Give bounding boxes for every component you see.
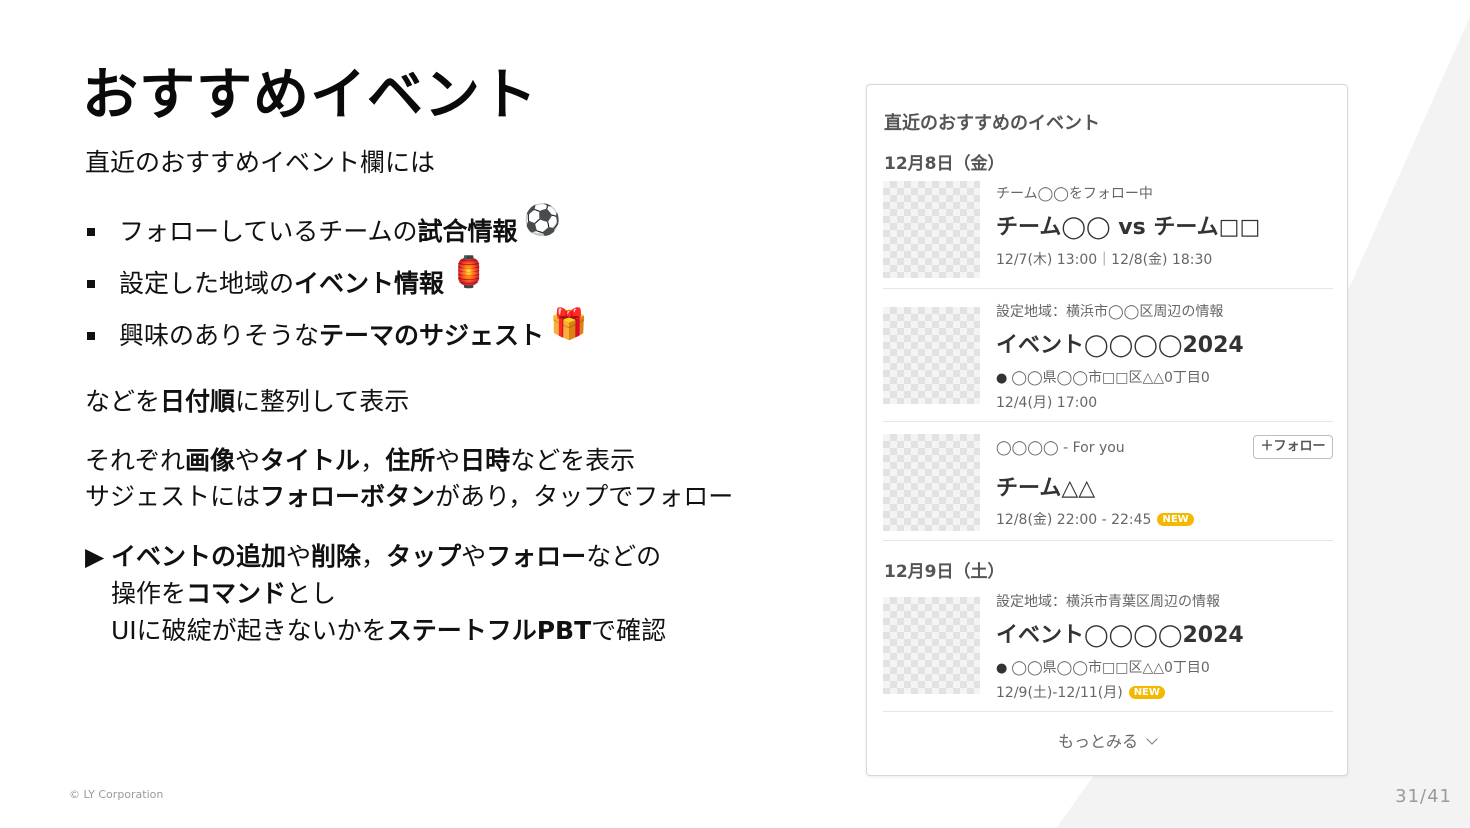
event-thumbnail <box>883 434 980 531</box>
date-heading: 12月8日（金） <box>884 154 1005 174</box>
see-more-link[interactable]: もっとみる <box>867 728 1347 752</box>
event-item[interactable]: 設定地域：横浜市◯◯区周辺の情報 イベント◯◯◯◯2024 ● ◯◯県◯◯市□□区… <box>883 289 1333 422</box>
feature-list: フォローしているチームの試合情報 ⚽ 設定した地域のイベント情報 🏮 興味のありそう… <box>85 203 588 361</box>
event-item[interactable]: 設定地域：横浜市青葉区周辺の情報 イベント◯◯◯◯2024 ● ◯◯県◯◯市□□区… <box>883 585 1333 712</box>
event-schedule: 12/4(月) 17:00 <box>996 395 1098 411</box>
slide: おすすめイベント 直近のおすすめイベント欄には フォローしているチームの試合情報… <box>0 0 1470 828</box>
event-meta: ◯◯◯◯ - For you <box>996 440 1125 456</box>
gift-icon: 🎁 <box>550 307 588 342</box>
soccer-ball-icon: ⚽ <box>523 203 561 238</box>
new-badge: NEW <box>1128 686 1165 699</box>
event-address: ● ◯◯県◯◯市□□区△△0丁目0 <box>996 370 1210 386</box>
pbt-text: ▶ イベントの追加や削除，タップやフォローなどの 操作をコマンドとし UIに破綻が… <box>85 538 666 649</box>
panel-title: 直近のおすすめのイベント <box>884 113 1100 134</box>
event-meta: チーム◯◯をフォロー中 <box>996 186 1153 202</box>
event-item[interactable]: チーム◯◯をフォロー中 チーム◯◯ vs チーム□□ 12/7(木) 13:00… <box>883 181 1333 289</box>
page-title: おすすめイベント <box>82 63 538 128</box>
new-badge: NEW <box>1157 513 1194 526</box>
bullet-square-icon <box>87 280 95 288</box>
event-schedule: 12/9(土)-12/11(月) NEW <box>996 682 1165 702</box>
page-number: 31/41 <box>1395 786 1452 807</box>
event-thumbnail <box>883 597 980 694</box>
location-pin-icon: ● <box>996 371 1008 386</box>
chevron-down-icon <box>1146 733 1158 745</box>
event-item[interactable]: ◯◯◯◯ - For you ＋フォロー チーム△△ 12/8(金) 22:00… <box>883 422 1333 541</box>
event-thumbnail <box>883 307 980 404</box>
intro-text: 直近のおすすめイベント欄には <box>85 148 436 177</box>
event-title: チーム◯◯ vs チーム□□ <box>996 215 1261 240</box>
bullet-square-icon <box>87 228 95 236</box>
event-title: チーム△△ <box>996 476 1096 501</box>
sort-text: などを日付順に整列して表示 <box>85 387 410 416</box>
event-title: イベント◯◯◯◯2024 <box>996 623 1244 648</box>
event-meta: 設定地域：横浜市◯◯区周辺の情報 <box>996 304 1224 320</box>
event-meta: 設定地域：横浜市青葉区周辺の情報 <box>996 594 1220 610</box>
follow-button[interactable]: ＋フォロー <box>1253 435 1333 459</box>
location-pin-icon: ● <box>996 661 1008 676</box>
list-item: 設定した地域のイベント情報 🏮 <box>85 255 587 309</box>
list-item: フォローしているチームの試合情報 ⚽ <box>85 203 587 257</box>
lantern-icon: 🏮 <box>450 255 488 290</box>
event-address: ● ◯◯県◯◯市□□区△△0丁目0 <box>996 660 1210 676</box>
play-arrow-icon: ▶ <box>85 542 105 571</box>
bullet-square-icon <box>87 332 95 340</box>
event-thumbnail <box>883 181 980 278</box>
event-schedule: 12/7(木) 13:00｜12/8(金) 18:30 <box>996 252 1213 268</box>
list-item: 興味のありそうなテーマのサジェスト 🎁 <box>85 307 588 361</box>
date-heading: 12月9日（土） <box>884 562 1005 582</box>
event-schedule: 12/8(金) 22:00 - 22:45 NEW <box>996 509 1194 529</box>
event-card-panel: 直近のおすすめのイベント 12月8日（金） チーム◯◯をフォロー中 チーム◯◯ … <box>866 84 1348 776</box>
event-title: イベント◯◯◯◯2024 <box>996 333 1244 358</box>
copyright: © LY Corporation <box>69 788 164 801</box>
display-text: それぞれ画像やタイトル，住所や日時などを表示 サジェストにはフォローボタンがあり… <box>85 446 734 511</box>
